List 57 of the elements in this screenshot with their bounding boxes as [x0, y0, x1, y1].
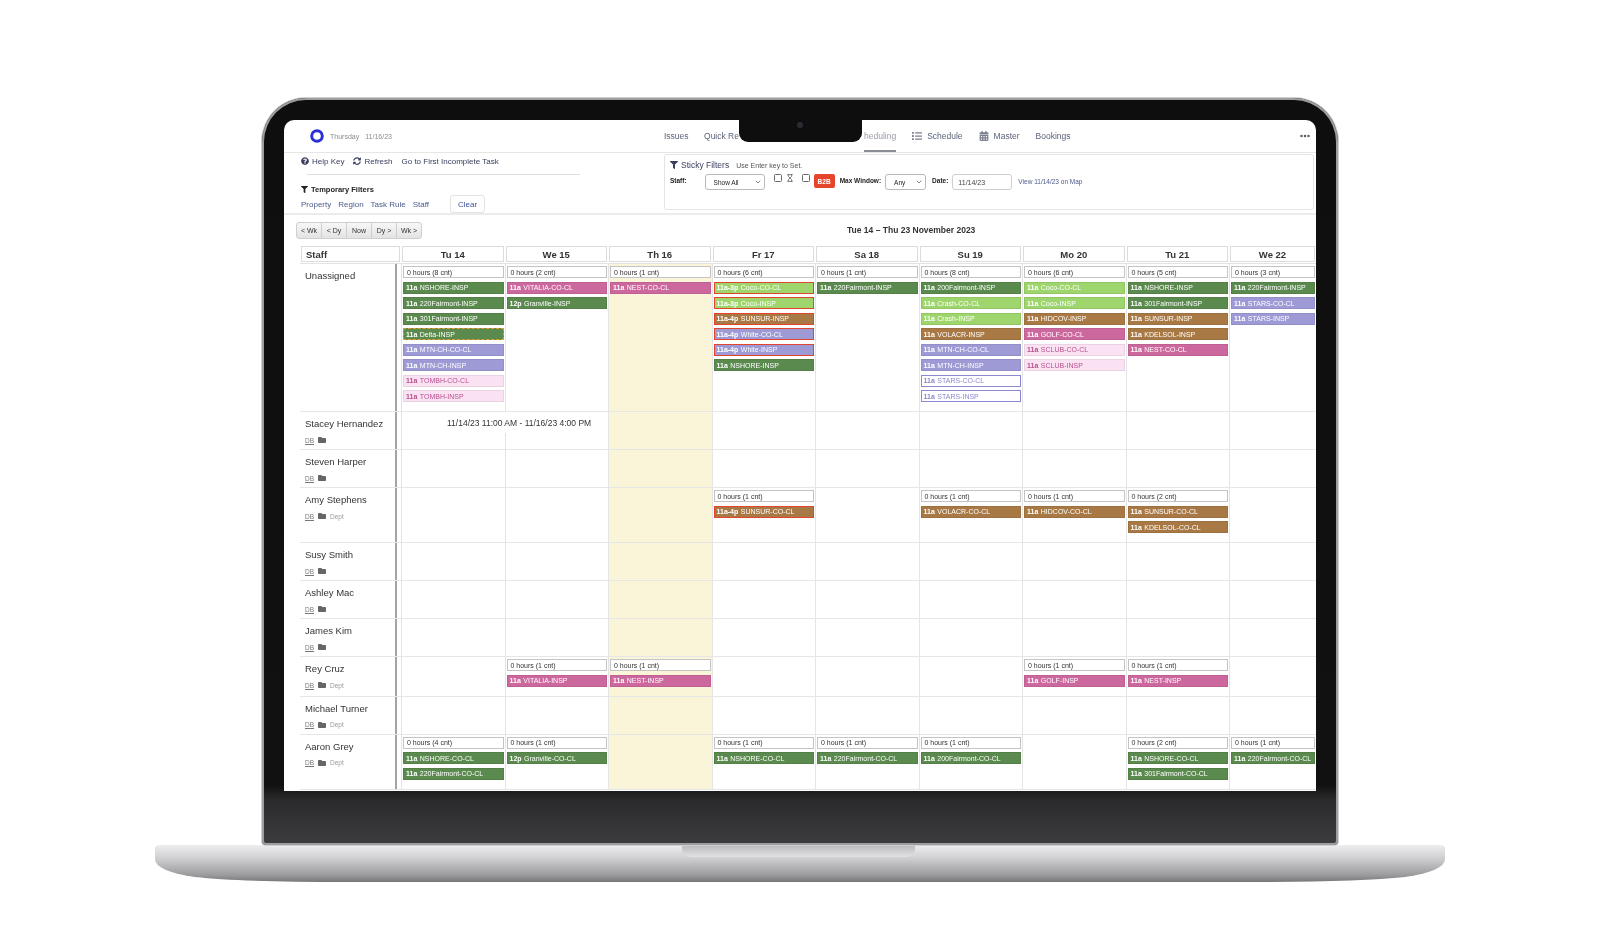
staff-name: James Kim [305, 625, 353, 637]
staff-name: Aaron Grey [305, 740, 355, 753]
staff-name: Michael Turner [305, 702, 369, 715]
refresh-icon [353, 157, 362, 165]
logo-icon [310, 129, 324, 143]
folder-icon[interactable] [318, 720, 327, 729]
checkbox[interactable] [773, 174, 782, 182]
staff-name: Rey Cruz [305, 663, 346, 675]
filter-link[interactable]: Region [338, 199, 364, 209]
list-icon [912, 131, 923, 141]
day-header: Mo 20 [1023, 246, 1125, 262]
folder-icon[interactable] [318, 605, 327, 613]
clear-button[interactable]: Clear [450, 195, 486, 213]
day-header: Tu 21 [1126, 246, 1228, 262]
staff-name: Amy Stephens [305, 494, 368, 506]
toolbar-link[interactable]: Refresh [353, 156, 393, 166]
day-header: We 15 [505, 246, 607, 262]
folder-icon[interactable] [318, 643, 327, 651]
folder-icon[interactable] [318, 681, 327, 689]
checkbox[interactable] [801, 174, 810, 182]
nav-tab[interactable]: heduling [864, 120, 897, 152]
staff-name: Susy Smith [305, 549, 355, 561]
nav-tab[interactable]: Bookings [1035, 120, 1071, 152]
nav-tab[interactable]: Schedule [912, 120, 963, 152]
chevron-down-icon [915, 178, 924, 186]
calendar-icon [978, 131, 989, 141]
day-header: Tu 14 [402, 246, 504, 262]
nav-tab[interactable]: Master [978, 120, 1020, 152]
help-icon [301, 157, 309, 165]
folder-icon[interactable] [318, 436, 327, 444]
toolbar-link[interactable]: Help Key [301, 156, 345, 166]
day-header: Su 19 [919, 246, 1021, 262]
folder-icon[interactable] [318, 567, 327, 575]
filter-icon [301, 185, 308, 193]
staff-name: Stacey Hernandez [305, 418, 385, 430]
filter-link[interactable]: Property [301, 199, 332, 209]
nav-tab[interactable]: Quick Re [704, 129, 739, 143]
folder-icon[interactable] [318, 474, 327, 482]
filter-icon [670, 161, 678, 169]
day-header: Th 16 [609, 246, 711, 262]
day-header: We 22 [1230, 246, 1315, 262]
filter-link[interactable]: Task Rule [370, 199, 406, 209]
staff-column-header: Staff [301, 246, 400, 262]
hourglass-icon [785, 174, 794, 182]
folder-icon[interactable] [318, 512, 327, 520]
folder-icon[interactable] [318, 758, 327, 767]
day-header: Fr 17 [712, 246, 814, 262]
day-header: Sa 18 [816, 246, 918, 262]
staff-name: Unassigned [305, 270, 357, 282]
staff-name: Ashley Mac [305, 587, 356, 599]
filter-link[interactable]: Staff [412, 199, 430, 209]
toolbar-link[interactable]: Go to First Incomplete Task [401, 156, 499, 166]
date-range-title: Tue 14 – Thu 23 November 2023 [847, 225, 976, 235]
section-title: Sticky Filters [681, 160, 730, 170]
nav-tab[interactable]: Issues [664, 129, 689, 143]
chevron-down-icon [753, 178, 762, 186]
staff-name: Steven Harper [305, 456, 368, 468]
